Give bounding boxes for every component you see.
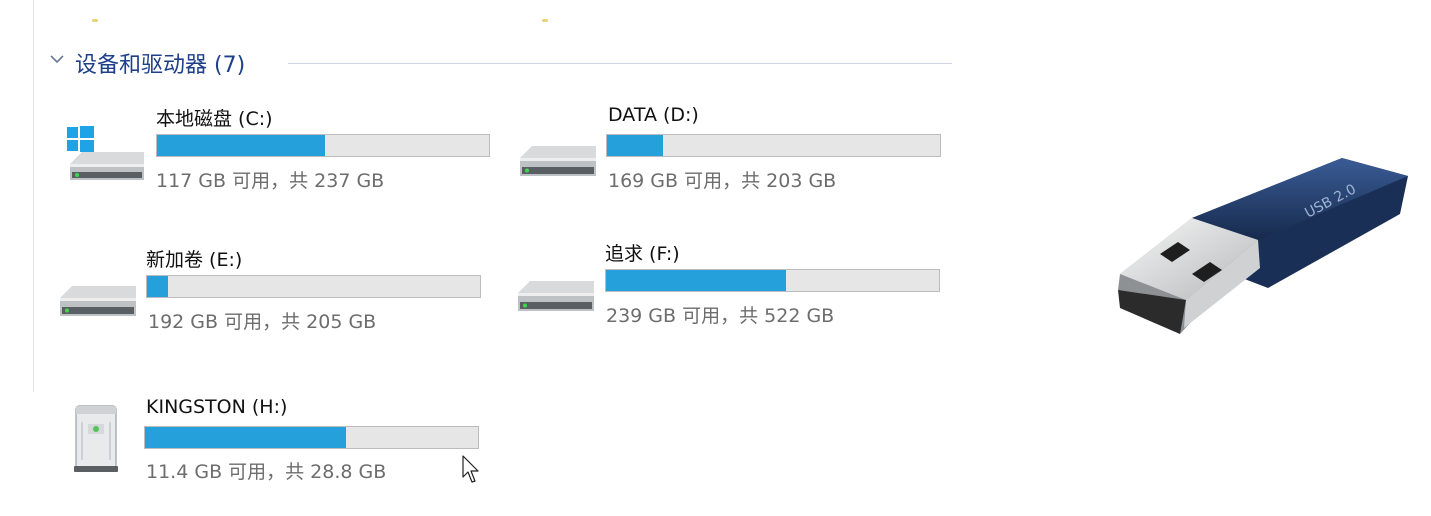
drive-free-space: 239 GB 可用，共 522 GB [606,305,835,327]
storage-bar-fill [606,270,787,291]
drive-name: KINGSTON (H:) [146,396,288,418]
storage-bar-fill [157,135,325,156]
storage-bar-fill [147,276,168,297]
storage-bar-fill [607,135,663,156]
storage-bar [144,426,479,449]
storage-bar [156,134,490,157]
usb-stick-illustration: USB 2.0 [1118,158,1408,334]
chevron-down-icon[interactable] [48,50,66,68]
group-title: 设备和驱动器 (7) [75,53,246,78]
drive-d[interactable]: DATA (D:) 169 GB 可用，共 203 GB [512,100,944,200]
drive-free-space: 11.4 GB 可用，共 28.8 GB [146,461,387,483]
drive-free-space: 192 GB 可用，共 205 GB [148,311,377,333]
storage-bar [606,134,941,157]
storage-bar [605,269,940,292]
hard-drive-icon [520,146,596,176]
drive-free-space: 169 GB 可用，共 203 GB [608,170,837,192]
drive-name: 追求 (F:) [605,243,680,265]
storage-bar-fill [145,427,347,448]
mouse-cursor-icon [462,455,479,483]
group-divider [288,63,952,64]
pane-border [33,0,34,392]
decorative-speck [542,19,548,22]
hard-drive-icon [60,286,136,316]
windows-drive-icon [67,126,144,180]
drive-h[interactable]: KINGSTON (H:) 11.4 GB 可用，共 28.8 GB [52,388,492,488]
drive-e[interactable]: 新加卷 (E:) 192 GB 可用，共 205 GB [52,240,492,340]
drive-c[interactable]: 本地磁盘 (C:) 117 GB 可用，共 237 GB [60,100,500,200]
hard-drive-icon [518,281,594,311]
decorative-speck [92,19,98,22]
removable-drive-icon [74,405,118,472]
drive-f[interactable]: 追求 (F:) 239 GB 可用，共 522 GB [512,235,944,335]
drive-name: 本地磁盘 (C:) [156,108,273,130]
storage-bar [146,275,481,298]
drive-name: 新加卷 (E:) [146,249,243,271]
drive-name: DATA (D:) [608,104,699,126]
devices-group-header[interactable]: 设备和驱动器 (7) [46,44,952,82]
drive-free-space: 117 GB 可用，共 237 GB [156,170,385,192]
